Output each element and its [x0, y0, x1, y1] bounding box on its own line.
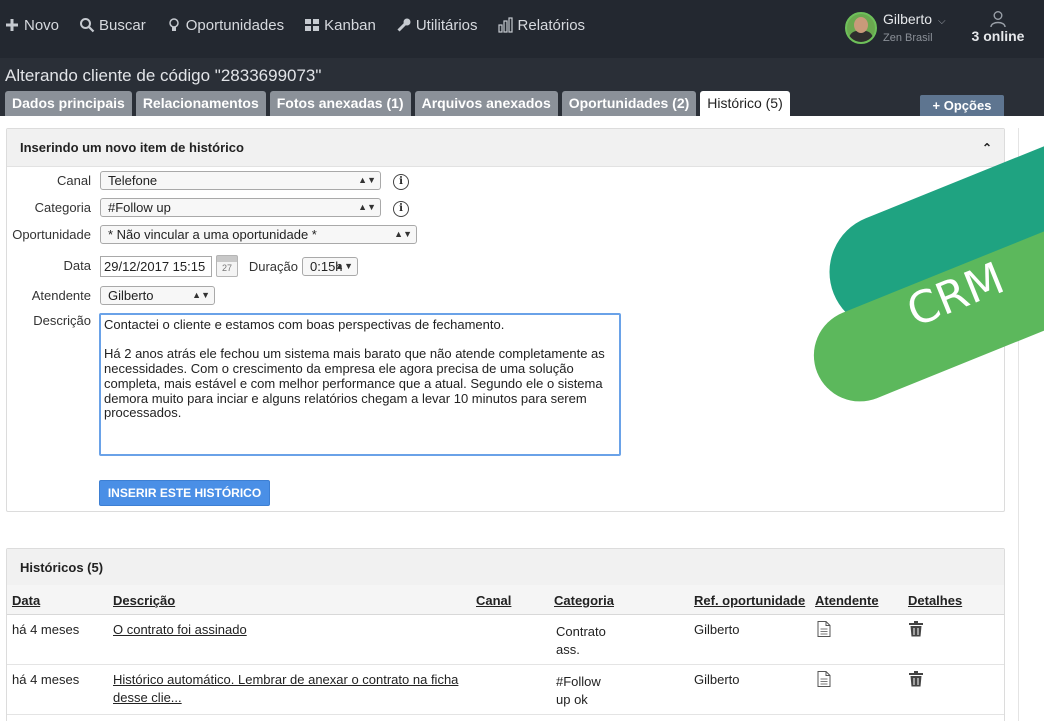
atendente-select-value: Gilberto [108, 288, 154, 303]
nav-utilitarios-label: Utilitários [415, 16, 478, 34]
document-icon[interactable] [817, 671, 831, 687]
nav-oportunidades-label: Oportunidades [185, 16, 285, 34]
nav-kanban[interactable]: Kanban [304, 17, 376, 34]
col-categoria[interactable]: Categoria [554, 593, 614, 608]
descricao-textarea[interactable]: Contactei o cliente e estamos com boas p… [99, 313, 621, 456]
trash-icon[interactable] [909, 671, 923, 687]
updown-icon: ▲▼ [358, 202, 376, 212]
tab-relacionamentos[interactable]: Relacionamentos [135, 91, 266, 116]
tab-arquivos-anexados[interactable]: Arquivos anexados [414, 91, 558, 116]
col-canal[interactable]: Canal [476, 593, 511, 608]
nav-kanban-label: Kanban [324, 16, 376, 34]
col-data[interactable]: Data [12, 593, 40, 608]
table-row[interactable]: há 4 meses Histórico automático. Lembrar… [7, 665, 1004, 715]
nav-buscar-label: Buscar [99, 16, 146, 34]
nav-utilitarios[interactable]: Utilitários [396, 17, 478, 34]
person-icon [990, 11, 1006, 28]
updown-icon: ▲▼ [192, 290, 210, 300]
table-row[interactable]: há 4 meses O contrato foi assinado Contr… [7, 615, 1004, 665]
panel-title: Inserindo um novo item de histórico [20, 140, 244, 155]
categoria-select-value: #Follow up [108, 200, 171, 215]
nav-oportunidades[interactable]: Oportunidades [166, 17, 284, 34]
nav-relatorios[interactable]: Relatórios [497, 16, 586, 34]
updown-icon: ▲▼ [335, 261, 353, 271]
online-users[interactable]: 3 online [966, 10, 1030, 44]
plus-icon [6, 19, 18, 31]
calendar-icon[interactable]: 27 [216, 255, 238, 277]
info-icon[interactable]: i [393, 201, 409, 217]
row-description[interactable]: O contrato foi assinado [113, 621, 247, 639]
chevron-down-icon: ⌵ [938, 15, 946, 27]
atendente-label: Atendente [31, 288, 91, 303]
updown-icon: ▲▼ [394, 229, 412, 239]
canal-label: Canal [57, 173, 91, 188]
categoria-label: Categoria [34, 200, 91, 215]
wrench-icon [397, 18, 411, 32]
nav-relatorios-label: Relatórios [517, 16, 586, 34]
panel-header: Inserindo um novo item de histórico ⌃ [7, 129, 1004, 167]
tab-oportunidades[interactable]: Oportunidades (2) [561, 91, 697, 116]
updown-icon: ▲▼ [358, 175, 376, 185]
oportunidade-select[interactable]: * Não vincular a uma oportunidade * ▲▼ [100, 225, 417, 244]
top-navbar: Novo Buscar Oportunidades Kanban Utilitá… [0, 0, 1044, 58]
online-count: 3 online [971, 28, 1025, 44]
atendente-select[interactable]: Gilberto ▲▼ [100, 286, 215, 305]
bar-chart-icon [497, 17, 513, 33]
row-date: há 4 meses [12, 622, 80, 637]
tab-fotos-anexadas[interactable]: Fotos anexadas (1) [269, 91, 411, 116]
oportunidade-label: Oportunidade [12, 227, 91, 242]
tab-historico[interactable]: Histórico (5) [700, 91, 790, 116]
insert-history-button[interactable]: INSERIR ESTE HISTÓRICO [99, 480, 270, 506]
history-panel-header: Históricos (5) [7, 549, 1004, 587]
history-list-panel: Históricos (5) Data Descrição Canal Cate… [6, 548, 1005, 721]
data-label: Data [63, 258, 91, 273]
user-menu[interactable]: Gilberto ⌵ Zen Brasil [845, 11, 946, 45]
col-detalhes[interactable]: Detalhes [908, 593, 962, 608]
canal-select[interactable]: Telefone ▲▼ [100, 171, 381, 190]
options-button[interactable]: + Opções [920, 95, 1004, 116]
date-input[interactable]: 29/12/2017 15:15 [100, 256, 212, 277]
main-menu: Novo Buscar Oportunidades Kanban Utilitá… [4, 0, 605, 50]
trash-icon[interactable] [909, 621, 923, 637]
row-category: #Follow up ok [556, 674, 601, 707]
canal-select-value: Telefone [108, 173, 158, 188]
col-descricao[interactable]: Descrição [113, 593, 175, 608]
user-name: Gilberto [883, 10, 933, 27]
row-category: Contrato ass. [556, 624, 606, 657]
nav-novo[interactable]: Novo [4, 17, 59, 34]
grid-icon [305, 19, 320, 31]
nav-buscar[interactable]: Buscar [79, 17, 146, 34]
descricao-label: Descrição [33, 313, 91, 328]
info-icon[interactable]: i [393, 174, 409, 190]
categoria-select[interactable]: #Follow up ▲▼ [100, 198, 381, 217]
company-name: Zen Brasil [883, 31, 933, 44]
document-icon[interactable] [817, 621, 831, 637]
row-ref: Gilberto [694, 622, 740, 637]
nav-novo-label: Novo [24, 16, 60, 34]
history-panel-title: Históricos (5) [20, 560, 104, 575]
page-title: Alterando cliente de código "2833699073" [5, 66, 322, 85]
row-description[interactable]: Histórico automático. Lembrar de anexar … [113, 671, 473, 707]
col-atendente[interactable]: Atendente [815, 593, 879, 608]
search-icon [80, 18, 95, 33]
collapse-icon[interactable]: ⌃ [982, 129, 992, 167]
duracao-label: Duração [248, 259, 298, 274]
avatar [845, 12, 877, 44]
lightbulb-icon [168, 18, 179, 31]
oportunidade-select-value: * Não vincular a uma oportunidade * [108, 227, 317, 242]
row-ref: Gilberto [694, 672, 740, 687]
row-date: há 4 meses [12, 672, 80, 687]
col-ref-oportunidade[interactable]: Ref. oportunidade [694, 593, 805, 608]
tab-dados-principais[interactable]: Dados principais [5, 91, 132, 116]
user-info: Gilberto ⌵ Zen Brasil [883, 11, 946, 46]
table-header: Data Descrição Canal Categoria Ref. opor… [7, 585, 1004, 615]
duracao-select[interactable]: 0:15h ▲▼ [302, 257, 358, 276]
tab-bar: Dados principais Relacionamentos Fotos a… [5, 91, 794, 116]
